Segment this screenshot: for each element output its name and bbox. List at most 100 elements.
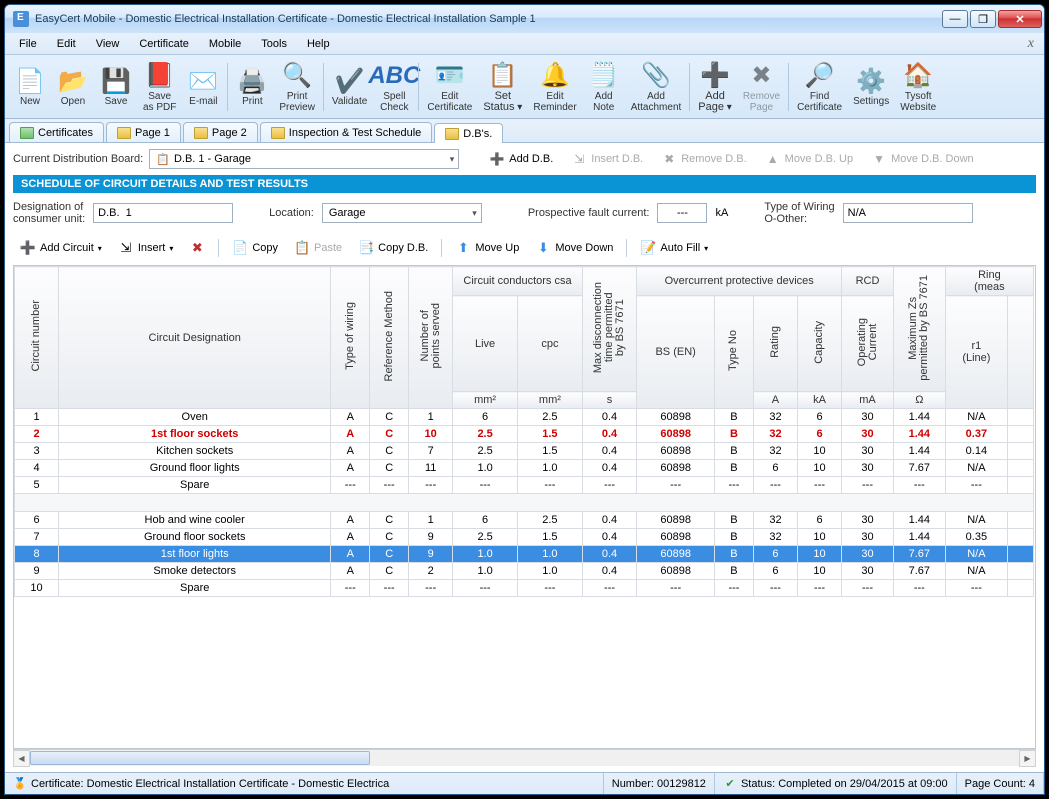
save-as-pdf-button[interactable]: 📕Save as PDF <box>138 58 181 116</box>
set-status-button[interactable]: 📋Set Status ▾ <box>478 58 527 116</box>
copy-db-button[interactable]: 📑Copy D.B. <box>351 237 435 259</box>
tab-certificates[interactable]: Certificates <box>9 122 104 142</box>
add-db-button[interactable]: ➕Add D.B. <box>483 149 559 169</box>
tysoft-website-button[interactable]: 🏠Tysoft Website <box>895 58 941 116</box>
tab-inspection[interactable]: Inspection & Test Schedule <box>260 122 433 142</box>
settings-button[interactable]: ⚙️Settings <box>848 63 894 110</box>
menubar: File Edit View Certificate Mobile Tools … <box>5 33 1044 55</box>
wiring-type-input[interactable] <box>843 203 973 223</box>
menu-certificate[interactable]: Certificate <box>129 36 199 52</box>
scroll-thumb[interactable] <box>30 751 370 765</box>
location-combo[interactable]: Garage <box>322 203 482 223</box>
move-up-button[interactable]: ⬆Move Up <box>448 237 526 259</box>
wiring-type-label: Type of Wiring O-Other: <box>764 201 834 225</box>
open-icon: 📂 <box>57 66 89 96</box>
designation-input[interactable] <box>93 203 233 223</box>
circuit-grid[interactable]: Circuit number Circuit Designation Type … <box>13 265 1036 749</box>
folder-icon <box>117 127 131 139</box>
tabstrip: Certificates Page 1 Page 2 Inspection & … <box>5 119 1044 143</box>
copy-icon: 📄 <box>232 240 248 256</box>
edit-certificate-button[interactable]: 🪪Edit Certificate <box>422 58 477 116</box>
auto-fill-button[interactable]: 📝Auto Fill <box>633 237 715 259</box>
mdi-close-icon[interactable]: x <box>1022 36 1040 52</box>
add-circuit-button[interactable]: ➕Add Circuit <box>13 237 109 259</box>
find-certificate-button[interactable]: 🔎Find Certificate <box>792 58 847 116</box>
validate-button[interactable]: ✔️Validate <box>327 63 372 110</box>
current-db-label: Current Distribution Board: <box>13 153 143 165</box>
circuit-toolbar: ➕Add Circuit ⇲Insert ✖ 📄Copy 📋Paste 📑Cop… <box>13 235 1036 265</box>
add-page-button[interactable]: ➕Add Page ▾ <box>693 58 737 116</box>
table-row[interactable]: 5Spare----------------------------------… <box>15 477 1034 494</box>
edit-cert-icon: 🪪 <box>434 61 466 91</box>
spell-check-button[interactable]: ABCSpell Check <box>373 58 415 116</box>
table-row[interactable]: 7Ground floor socketsAC92.51.50.460898B3… <box>15 529 1034 546</box>
scroll-right-button[interactable]: ▶ <box>1019 750 1036 767</box>
edit-reminder-button[interactable]: 🔔Edit Reminder <box>528 58 581 116</box>
autofill-icon: 📝 <box>640 240 656 256</box>
status-status: Status: Completed on 29/04/2015 at 09:00 <box>741 778 948 790</box>
close-window-button[interactable]: ✕ <box>998 10 1042 28</box>
menu-edit[interactable]: Edit <box>47 36 86 52</box>
copy-button[interactable]: 📄Copy <box>225 237 285 259</box>
ribbon-toolbar: 📄New 📂Open 💾Save 📕Save as PDF ✉️E-mail 🖨… <box>5 55 1044 119</box>
window-title: EasyCert Mobile - Domestic Electrical In… <box>35 13 942 25</box>
note-icon: 🗒️ <box>588 61 620 91</box>
add-attachment-button[interactable]: 📎Add Attachment <box>626 58 687 116</box>
table-row[interactable]: 4Ground floor lightsAC111.01.00.460898B6… <box>15 460 1034 477</box>
folder-icon <box>445 128 459 140</box>
pfc-input[interactable] <box>657 203 707 223</box>
table-row[interactable]: 21st floor socketsAC102.51.50.460898B326… <box>15 426 1034 443</box>
menu-file[interactable]: File <box>9 36 47 52</box>
menu-help[interactable]: Help <box>297 36 340 52</box>
home-icon: 🏠 <box>902 61 934 91</box>
menu-tools[interactable]: Tools <box>251 36 297 52</box>
add-page-icon: ➕ <box>699 61 731 91</box>
insert-circuit-button[interactable]: ⇲Insert <box>111 237 181 259</box>
table-row[interactable] <box>15 494 1034 512</box>
print-button[interactable]: 🖨️Print <box>231 63 273 110</box>
validate-icon: ✔️ <box>334 66 366 96</box>
menu-mobile[interactable]: Mobile <box>199 36 251 52</box>
tab-page1[interactable]: Page 1 <box>106 122 181 142</box>
open-button[interactable]: 📂Open <box>52 63 94 110</box>
table-row[interactable]: 3Kitchen socketsAC72.51.50.460898B321030… <box>15 443 1034 460</box>
maximize-button[interactable]: ❐ <box>970 10 996 28</box>
designation-label: Designation of consumer unit: <box>13 201 85 225</box>
folder-icon <box>194 127 208 139</box>
minimize-button[interactable]: — <box>942 10 968 28</box>
current-db-combo[interactable]: 📋D.B. 1 - Garage <box>149 149 459 169</box>
find-icon: 🔎 <box>804 61 836 91</box>
location-label: Location: <box>269 207 314 219</box>
pfc-label: Prospective fault current: <box>528 207 650 219</box>
table-row[interactable]: 10Spare---------------------------------… <box>15 580 1034 597</box>
status-number: Number: 00129812 <box>604 773 715 794</box>
form-row: Designation of consumer unit: Location: … <box>13 193 1036 235</box>
add-icon: ➕ <box>489 151 505 167</box>
main-window: EasyCert Mobile - Domestic Electrical In… <box>4 4 1045 795</box>
delete-circuit-button[interactable]: ✖ <box>182 237 212 259</box>
table-row[interactable]: 1OvenAC162.50.460898B326301.44N/A <box>15 409 1034 426</box>
remove-icon: ✖ <box>661 151 677 167</box>
move-down-button[interactable]: ⬇Move Down <box>528 237 620 259</box>
table-row[interactable]: 6Hob and wine coolerAC162.50.460898B3263… <box>15 512 1034 529</box>
table-row[interactable]: 81st floor lightsAC91.01.00.460898B61030… <box>15 546 1034 563</box>
new-button[interactable]: 📄New <box>9 63 51 110</box>
workarea: Current Distribution Board: 📋D.B. 1 - Ga… <box>5 143 1044 772</box>
add-note-button[interactable]: 🗒️Add Note <box>583 58 625 116</box>
new-icon: 📄 <box>14 66 46 96</box>
print-preview-button[interactable]: 🔍Print Preview <box>274 58 320 116</box>
pdf-icon: 📕 <box>144 61 176 91</box>
save-button[interactable]: 💾Save <box>95 63 137 110</box>
section-header: SCHEDULE OF CIRCUIT DETAILS AND TEST RES… <box>13 175 1036 193</box>
copy-db-icon: 📑 <box>358 240 374 256</box>
menu-view[interactable]: View <box>86 36 130 52</box>
email-button[interactable]: ✉️E-mail <box>182 63 224 110</box>
horizontal-scrollbar[interactable]: ◀ ▶ <box>13 749 1036 766</box>
table-row[interactable]: 9Smoke detectorsAC21.01.00.460898B610307… <box>15 563 1034 580</box>
down-icon: ▼ <box>871 151 887 167</box>
gear-icon: ⚙️ <box>855 66 887 96</box>
scroll-left-button[interactable]: ◀ <box>13 750 30 767</box>
tab-dbs[interactable]: D.B's. <box>434 123 503 143</box>
tab-page2[interactable]: Page 2 <box>183 122 258 142</box>
bell-icon: 🔔 <box>539 61 571 91</box>
